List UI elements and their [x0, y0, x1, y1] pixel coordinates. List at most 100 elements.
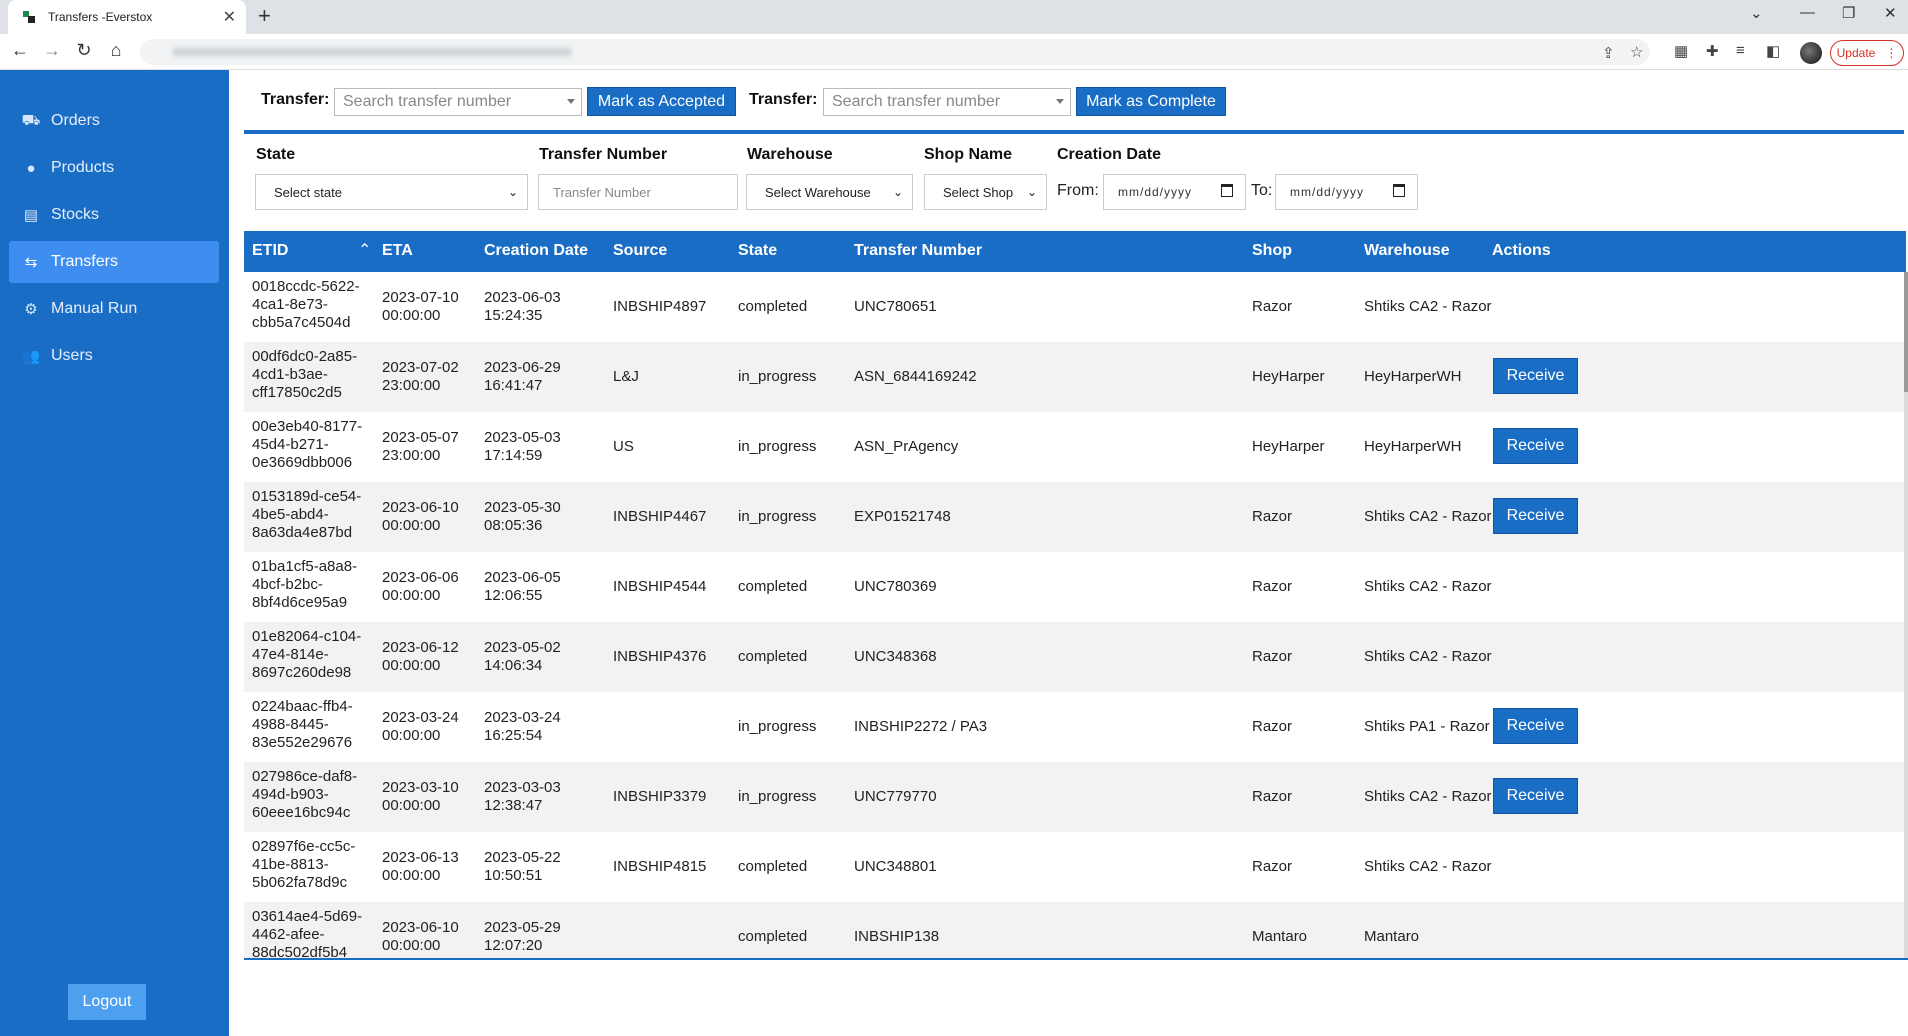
sidebar-item-manual-run[interactable]: ⚙ Manual Run [9, 288, 219, 330]
table-row[interactable]: 01ba1cf5-a8a8- 4bcf-b2bc- 8bf4d6ce95a9 20… [244, 552, 1906, 622]
table-row[interactable]: 0224baac-ffb4- 4988-8445- 83e552e29676 20… [244, 692, 1906, 762]
address-bar[interactable]: ⇪ ☆ [140, 39, 1650, 65]
column-header-eta[interactable]: ETA [382, 242, 413, 260]
warehouse-cell: Shtiks CA2 - Razor [1364, 788, 1492, 805]
reload-icon[interactable]: ↻ [72, 40, 96, 61]
accept-transfer-search[interactable]: Search transfer number [334, 88, 582, 116]
table-scrollbar[interactable] [1904, 272, 1908, 958]
column-header-source[interactable]: Source [613, 242, 667, 260]
warehouse-select[interactable]: Select Warehouse ⌄ [746, 174, 913, 210]
back-icon[interactable]: ← [8, 40, 32, 61]
column-header-etid[interactable]: ETID [252, 242, 288, 260]
state-cell: completed [738, 578, 808, 595]
bookmark-star-icon[interactable]: ☆ [1630, 43, 1643, 61]
transfer-number-cell: ASN_6844169242 [854, 368, 977, 385]
receive-button[interactable]: Receive [1493, 778, 1578, 814]
column-header-creation-date[interactable]: Creation Date [484, 242, 588, 260]
receive-button[interactable]: Receive [1493, 708, 1578, 744]
creation-date-cell: 2023-06-05 12:06:55 [484, 569, 561, 604]
browser-tab[interactable]: Transfers -Everstox ✕ [8, 0, 246, 34]
creation-date-cell: 2023-03-03 12:38:47 [484, 779, 561, 814]
column-header-state[interactable]: State [738, 242, 777, 260]
sidebar-item-products[interactable]: ● Products [9, 147, 219, 189]
home-icon[interactable]: ⌂ [104, 40, 128, 61]
sidebar-item-transfers[interactable]: ⇆ Transfers [9, 241, 219, 283]
calendar-icon[interactable] [1221, 184, 1233, 197]
share-icon[interactable]: ⇪ [1602, 44, 1615, 62]
more-menu-icon: ⋮ [1885, 46, 1898, 60]
etid-cell: 00e3eb40-8177- 45d4-b271- 0e3669dbb006 [252, 418, 363, 471]
from-date-input[interactable]: mm/dd/yyyy [1103, 174, 1246, 210]
calendar-icon[interactable] [1393, 184, 1405, 197]
side-panel-icon[interactable]: ◧ [1766, 42, 1780, 60]
tab-search-icon[interactable]: ⌄ [1750, 4, 1763, 22]
column-header-warehouse[interactable]: Warehouse [1364, 242, 1450, 260]
close-tab-icon[interactable]: ✕ [223, 7, 236, 27]
sort-ascending-icon[interactable]: ⌃ [358, 240, 371, 260]
sidebar-item-orders[interactable]: ⛟ Orders [9, 100, 219, 142]
sidebar-item-label: Transfers [51, 253, 118, 270]
scrollbar-thumb[interactable] [1904, 272, 1908, 392]
truck-icon: ⛟ [21, 111, 41, 129]
forward-icon[interactable]: → [40, 40, 64, 61]
table-row[interactable]: 0018ccdc-5622- 4ca1-8e73- cbb5a7c4504d 20… [244, 272, 1906, 342]
logout-button[interactable]: Logout [68, 984, 146, 1020]
new-tab-icon[interactable]: + [258, 3, 271, 29]
shop-cell: HeyHarper [1252, 368, 1325, 385]
close-window-icon[interactable]: ✕ [1884, 4, 1897, 22]
transfer-number-cell: UNC779770 [854, 788, 937, 805]
receive-button[interactable]: Receive [1493, 358, 1578, 394]
minimize-icon[interactable]: — [1800, 4, 1815, 21]
sidebar-item-stocks[interactable]: ▤ Stocks [9, 194, 219, 236]
transfer-number-input[interactable]: Transfer Number [538, 174, 738, 210]
sidebar-item-label: Users [51, 347, 93, 364]
table-row[interactable]: 03614ae4-5d69- 4462-afee- 88dc502df5b4 20… [244, 902, 1906, 958]
shop-cell: Razor [1252, 648, 1293, 665]
eta-cell: 2023-06-06 00:00:00 [382, 569, 459, 604]
shop-select[interactable]: Select Shop ⌄ [924, 174, 1047, 210]
etid-cell: 01e82064-c104- 47e4-814e- 8697c260de98 [252, 628, 362, 681]
etid-cell: 0224baac-ffb4- 4988-8445- 83e552e29676 [252, 698, 353, 751]
mark-as-complete-button[interactable]: Mark as Complete [1076, 87, 1226, 116]
warehouse-cell: HeyHarperWH [1364, 368, 1462, 385]
profile-avatar[interactable] [1800, 42, 1822, 64]
table-row[interactable]: 027986ce-daf8- 494d-b903- 60eee16bc94c 20… [244, 762, 1906, 832]
creation-date-cell: 2023-05-02 14:06:34 [484, 639, 561, 674]
from-date-placeholder: mm/dd/yyyy [1118, 185, 1193, 199]
table-row[interactable]: 00df6dc0-2a85- 4cd1-b3ae- cff17850c2d5 20… [244, 342, 1906, 412]
reading-list-icon[interactable]: ≡ [1736, 42, 1745, 59]
sidebar-item-users[interactable]: 👥 Users [9, 335, 219, 377]
mark-as-accepted-button[interactable]: Mark as Accepted [587, 87, 736, 116]
restore-icon[interactable]: ❐ [1842, 4, 1855, 22]
puzzle-extensions-icon[interactable]: ✚ [1706, 42, 1719, 60]
dropdown-caret-icon [567, 99, 575, 104]
update-button[interactable]: Update ⋮ [1830, 40, 1904, 66]
warehouse-cell: Shtiks CA2 - Razor [1364, 648, 1492, 665]
table-row[interactable]: 00e3eb40-8177- 45d4-b271- 0e3669dbb006 20… [244, 412, 1906, 482]
main-content: Transfer: Search transfer number Mark as… [229, 70, 1908, 1036]
chevron-down-icon: ⌄ [1026, 185, 1037, 199]
state-cell: completed [738, 298, 808, 315]
sidebar-item-label: Products [51, 159, 115, 176]
extension-icon[interactable]: ▦ [1674, 42, 1688, 60]
receive-button[interactable]: Receive [1493, 498, 1578, 534]
column-header-transfer-number[interactable]: Transfer Number [854, 242, 982, 260]
column-header-shop[interactable]: Shop [1252, 242, 1292, 260]
warehouse-select-value: Select Warehouse [765, 184, 871, 200]
state-select[interactable]: Select state ⌄ [255, 174, 528, 210]
complete-transfer-search[interactable]: Search transfer number [823, 88, 1071, 116]
table-row[interactable]: 01e82064-c104- 47e4-814e- 8697c260de98 20… [244, 622, 1906, 692]
to-date-input[interactable]: mm/dd/yyyy [1275, 174, 1418, 210]
receive-button[interactable]: Receive [1493, 428, 1578, 464]
eta-cell: 2023-05-07 23:00:00 [382, 429, 459, 464]
etid-cell: 02897f6e-cc5c- 41be-8813- 5b062fa78d9c [252, 838, 356, 891]
creation-date-cell: 2023-05-03 17:14:59 [484, 429, 561, 464]
table-row[interactable]: 02897f6e-cc5c- 41be-8813- 5b062fa78d9c 20… [244, 832, 1906, 902]
eta-cell: 2023-06-12 00:00:00 [382, 639, 459, 674]
warehouse-icon: ▤ [23, 207, 39, 224]
shop-cell: HeyHarper [1252, 438, 1325, 455]
table-row[interactable]: 0153189d-ce54- 4be5-abd4- 8a63da4e87bd 20… [244, 482, 1906, 552]
shop-cell: Razor [1252, 788, 1293, 805]
state-cell: completed [738, 928, 808, 945]
etid-cell: 0153189d-ce54- 4be5-abd4- 8a63da4e87bd [252, 488, 362, 541]
